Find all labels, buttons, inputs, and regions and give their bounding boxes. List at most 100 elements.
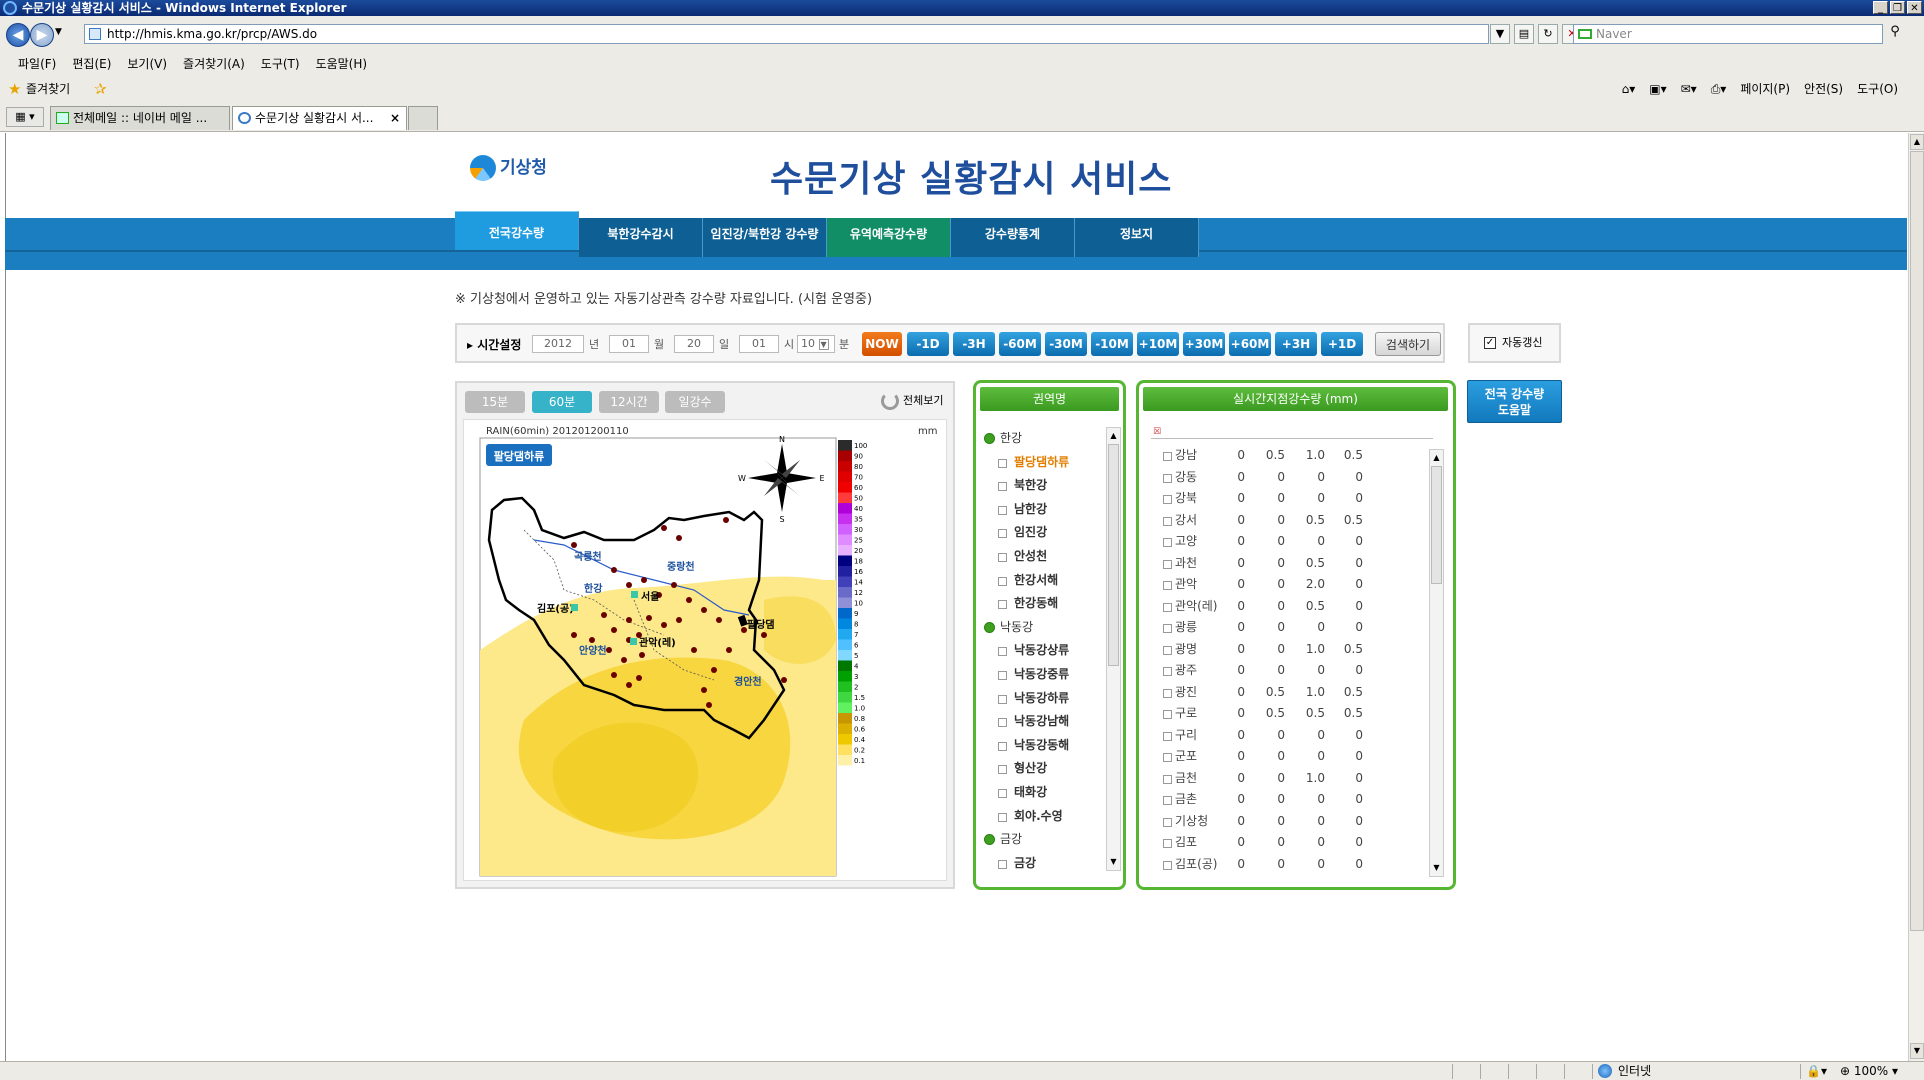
table-row[interactable]: 강서 0 0 0.5 0.5 [1163,510,1407,532]
plus-3h-button[interactable]: +3H [1275,332,1317,356]
table-row[interactable]: 구리 0 0 0 0 [1163,725,1407,747]
checkbox-icon[interactable] [1163,796,1172,805]
nav-statistics[interactable]: 강수량통계 [951,218,1075,257]
table-row[interactable]: 금촌 0 0 0 0 [1163,789,1407,811]
checkbox-icon[interactable] [1163,731,1172,741]
plus-60m-button[interactable]: +60M [1229,332,1271,356]
now-button[interactable]: NOW [862,332,902,356]
table-row[interactable]: 김포 0 0 0 0 [1163,832,1407,854]
auto-refresh[interactable]: ✓ 자동갱신 [1468,323,1561,363]
tab-daily[interactable]: 일강수 [665,391,725,413]
checkbox-icon[interactable] [1163,495,1172,504]
plus-10m-button[interactable]: +10M [1137,332,1179,356]
region-scrollbar[interactable]: ▲ ▼ [1106,427,1121,871]
checkbox-icon[interactable] [1163,860,1172,870]
checkbox-icon[interactable] [1163,473,1172,483]
scroll-up-icon[interactable]: ▲ [1108,429,1119,443]
close-window-button[interactable]: ✕ [1907,1,1922,14]
table-row[interactable]: 광진 0 0.5 1.0 0.5 [1163,682,1407,704]
search-button[interactable]: 검색하기 [1375,332,1441,356]
forward-button[interactable]: ▶ [30,23,54,47]
table-row[interactable]: 구로 0 0.5 0.5 0.5 [1163,703,1407,725]
scroll-up-icon[interactable]: ▲ [1431,451,1442,465]
region-item[interactable]: 낙동강하류 [982,687,1102,711]
auto-refresh-checkbox[interactable]: ✓ [1484,337,1496,349]
protected-mode-icon[interactable]: 🔒▾ [1806,1062,1827,1080]
day-field[interactable]: 20 [674,335,714,353]
menu-view[interactable]: 보기(V) [119,53,175,75]
checkbox-icon[interactable] [1163,452,1172,461]
table-row[interactable]: 과천 0 0 0.5 0 [1163,553,1407,575]
checkbox-icon[interactable] [1163,645,1172,655]
region-item[interactable]: 팔당댐하류 [982,451,1102,475]
kma-logo[interactable]: 기상청 [470,155,547,181]
minus-3h-button[interactable]: -3H [953,332,995,356]
minimize-button[interactable]: _ [1873,1,1888,14]
region-group[interactable]: 낙동강 [982,616,1102,640]
tab-12h[interactable]: 12시간 [599,391,659,413]
restore-button[interactable]: ❐ [1890,1,1905,14]
station-scrollbar[interactable]: ▲ ▼ [1429,449,1444,877]
station-select-all-icon[interactable]: ☒ [1151,425,1433,439]
command-safety[interactable]: 안전(S) [1804,80,1843,98]
tab-hmis[interactable]: 수문기상 실황감시 서... × [232,106,407,130]
month-field[interactable]: 01 [609,335,649,353]
nav-national-rain[interactable]: 전국강수량 [455,211,579,250]
scroll-up-icon[interactable]: ▲ [1910,134,1924,150]
nav-north-han[interactable]: 북한강수감시 [579,218,703,257]
tab-60min[interactable]: 60분 [532,391,592,413]
full-view-button[interactable]: 전체보기 [881,391,943,411]
checkbox-icon[interactable] [1163,559,1172,569]
minus-10m-button[interactable]: -10M [1091,332,1133,356]
region-item[interactable]: 북한강 [982,474,1102,498]
table-row[interactable]: 광명 0 0 1.0 0.5 [1163,639,1407,661]
table-row[interactable]: 광릉 0 0 0 0 [1163,617,1407,639]
new-tab-button[interactable] [408,106,438,130]
table-row[interactable]: 군포 0 0 0 0 [1163,746,1407,768]
region-group[interactable]: 금강 [982,828,1102,852]
favorites-button[interactable]: ★ 즐겨찾기 [8,80,70,98]
region-item[interactable]: 형산강 [982,757,1102,781]
region-item[interactable]: 낙동강남해 [982,710,1102,734]
checkbox-icon[interactable] [1163,774,1172,784]
region-item[interactable]: 낙동강동해 [982,734,1102,758]
year-field[interactable]: 2012 [532,335,584,353]
menu-favorites[interactable]: 즐겨찾기(A) [175,53,253,75]
address-dropdown-icon[interactable]: ▼ [1490,24,1510,44]
table-row[interactable]: 강북 0 0 0 0 [1163,488,1407,510]
checkbox-icon[interactable] [1163,710,1172,719]
search-icon[interactable]: ⚲ [1884,24,1906,44]
plus-1d-button[interactable]: +1D [1321,332,1363,356]
minus-1d-button[interactable]: -1D [907,332,949,356]
menu-tools[interactable]: 도구(T) [253,53,308,75]
rain-map[interactable]: RAIN(60min) 201201200110 mm 곡릉천 중랑천 한강 서… [463,419,947,881]
checkbox-icon[interactable] [1163,602,1172,612]
page-scrollbar[interactable]: ▲ ▼ [1908,133,1924,1061]
menu-file[interactable]: 파일(F) [10,53,64,75]
menu-edit[interactable]: 편집(E) [64,53,119,75]
table-row[interactable]: 기상청 0 0 0 0 [1163,811,1407,833]
refresh-icon[interactable]: ↻ [1538,24,1558,44]
command-page[interactable]: 페이지(P) [1740,80,1790,98]
address-bar[interactable]: http://hmis.kma.go.kr/prcp/AWS.do [84,24,1489,44]
tab-naver-mail[interactable]: 전체메일 :: 네이버 메일 ... [50,106,230,130]
table-row[interactable]: 광주 0 0 0 0 [1163,660,1407,682]
region-item[interactable]: 금강 [982,852,1102,876]
mail-icon[interactable]: ✉▾ [1681,80,1697,98]
menu-help[interactable]: 도움말(H) [308,53,376,75]
checkbox-icon[interactable] [1163,581,1172,590]
region-item[interactable]: 회야.수영 [982,805,1102,829]
region-item[interactable]: 낙동강상류 [982,639,1102,663]
security-zone[interactable]: 인터넷 [1598,1062,1651,1080]
print-icon[interactable]: ⎙▾ [1711,80,1727,98]
table-row[interactable]: 금천 0 0 1.0 0 [1163,768,1407,790]
nav-basin-forecast[interactable]: 유역예측강수량 [827,218,951,257]
table-row[interactable]: 관악(레) 0 0 0.5 0 [1163,596,1407,618]
scroll-down-icon[interactable]: ▼ [1910,1043,1924,1059]
region-item[interactable]: 안성천 [982,545,1102,569]
table-row[interactable]: 강남 0 0.5 1.0 0.5 [1163,445,1407,467]
scroll-thumb[interactable] [1910,151,1924,931]
table-row[interactable]: 김포(공) 0 0 0 0 [1163,854,1407,876]
checkbox-icon[interactable] [1163,538,1172,547]
tab-15min[interactable]: 15분 [465,391,525,413]
